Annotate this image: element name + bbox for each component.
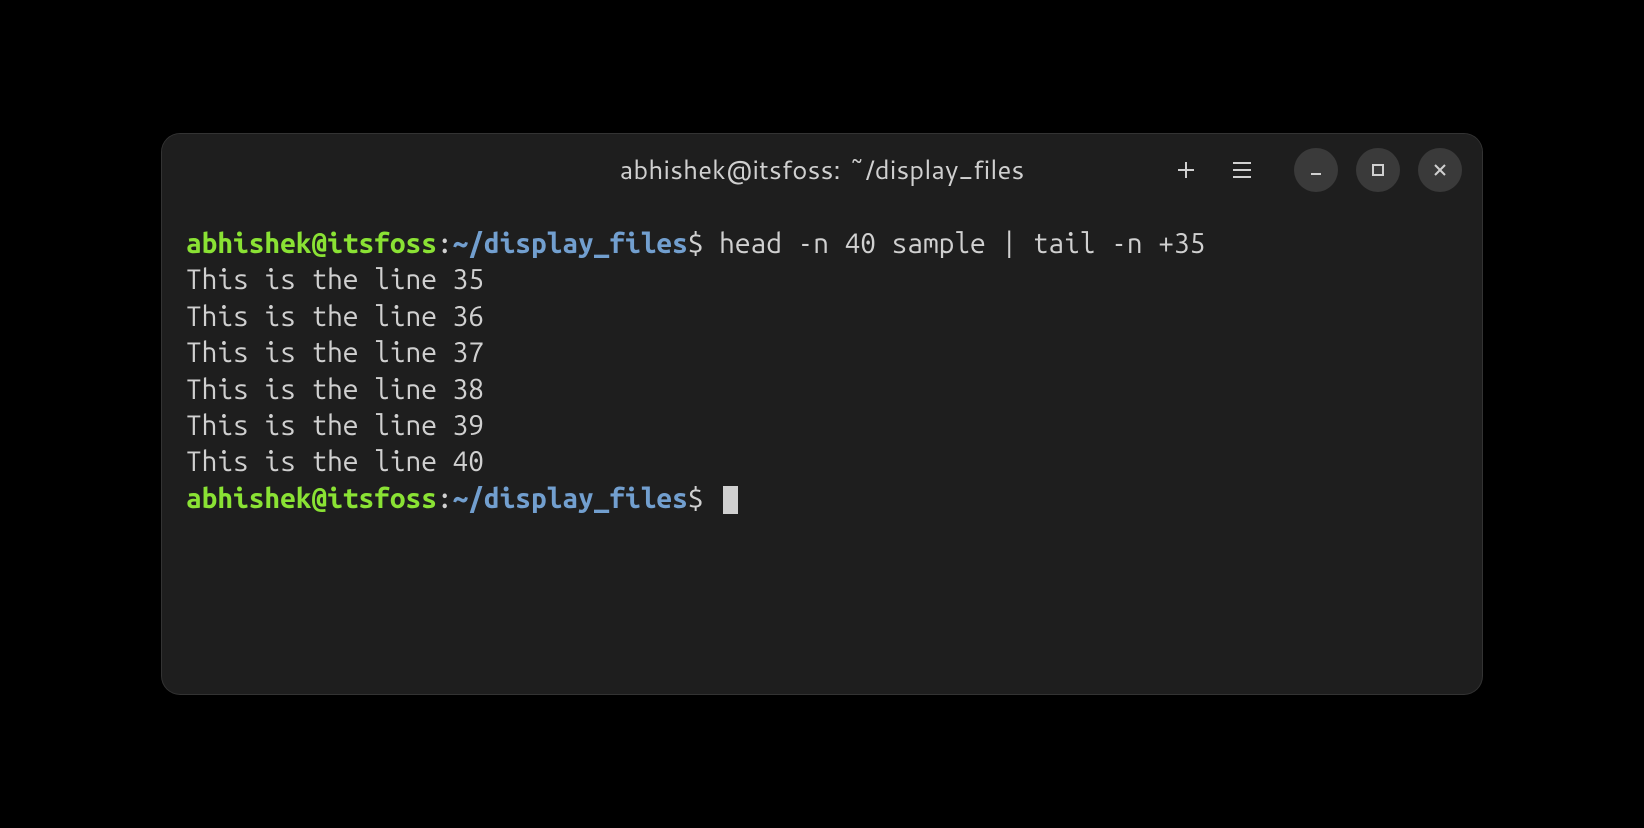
prompt-path: ~/display_files [453,228,688,259]
window-title: abhishek@itsfoss: ~/display_files [620,152,1025,188]
cursor-block [723,486,738,514]
window-controls [1294,148,1462,192]
output-line: This is the line 35 [186,264,484,295]
output-line: This is the line 40 [186,446,484,477]
minimize-button[interactable] [1294,148,1338,192]
close-button[interactable] [1418,148,1462,192]
output-line: This is the line 36 [186,301,484,332]
titlebar-controls [1174,148,1462,192]
maximize-button[interactable] [1356,148,1400,192]
command-text: head -n 40 sample | tail -n +35 [703,228,1205,259]
prompt-path: ~/display_files [453,483,688,514]
menu-button[interactable] [1230,158,1254,182]
prompt-dollar: $ [688,483,704,514]
prompt-user-host: abhishek@itsfoss [186,483,437,514]
prompt-colon: : [437,228,453,259]
terminal-body[interactable]: abhishek@itsfoss:~/display_files$ head -… [162,206,1482,694]
prompt-colon: : [437,483,453,514]
output-line: This is the line 37 [186,337,484,368]
new-tab-button[interactable] [1174,158,1198,182]
output-line: This is the line 39 [186,410,484,441]
hamburger-icon [1233,162,1251,178]
titlebar: abhishek@itsfoss: ~/display_files [162,134,1482,206]
output-line: This is the line 38 [186,374,484,405]
prompt-user-host: abhishek@itsfoss [186,228,437,259]
terminal-window: abhishek@itsfoss: ~/display_files [162,134,1482,694]
prompt-dollar: $ [688,228,704,259]
